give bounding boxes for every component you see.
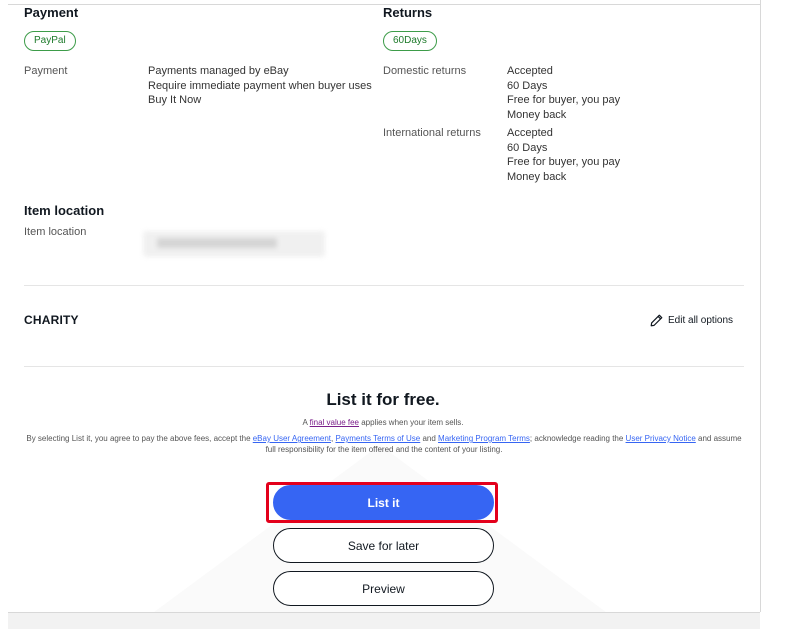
payments-terms-link[interactable]: Payments Terms of Use (335, 434, 420, 443)
right-border (760, 0, 761, 612)
section-divider (24, 366, 744, 367)
international-returns-label: International returns (383, 127, 481, 139)
domestic-line: Free for buyer, you pay (507, 94, 621, 106)
preview-button[interactable]: Preview (273, 571, 494, 606)
domestic-returns-label: Domestic returns (383, 65, 467, 77)
fee-note-text: applies when your item sells. (359, 418, 464, 427)
legal-text: ; acknowledge reading the (529, 434, 626, 443)
payment-details: Payments managed by eBay Require immedia… (148, 64, 372, 108)
list-it-button[interactable]: List it (273, 485, 494, 520)
international-returns-details: Accepted 60 Days Free for buyer, you pay… (507, 126, 620, 184)
listing-review-page: Payment PayPal Payment Payments managed … (0, 0, 800, 629)
payment-line: Buy It Now (148, 94, 202, 106)
60days-chip: 60Days (383, 31, 437, 51)
international-line: Accepted (507, 127, 553, 139)
save-for-later-button[interactable]: Save for later (273, 528, 494, 563)
domestic-returns-details: Accepted 60 Days Free for buyer, you pay… (507, 64, 620, 122)
pencil-icon (650, 314, 663, 326)
domestic-line: 60 Days (507, 79, 548, 92)
payment-heading: Payment (24, 5, 79, 20)
domestic-line: Money back (507, 108, 567, 121)
international-line: Money back (507, 170, 567, 183)
domestic-line: Accepted (507, 65, 553, 77)
fee-note-text: A (302, 418, 310, 427)
item-location-label: Item location (24, 226, 87, 238)
legal-agreement-text: By selecting List it, you agree to pay t… (24, 434, 744, 455)
returns-heading: Returns (383, 5, 433, 20)
section-divider (24, 285, 744, 286)
legal-text: and (420, 434, 439, 443)
edit-all-options-label: Edit all options (668, 314, 734, 326)
marketing-program-terms-link[interactable]: Marketing Program Terms (438, 434, 530, 443)
item-location-heading: Item location (24, 203, 105, 218)
legal-text: By selecting List it, you agree to pay t… (26, 434, 253, 443)
edit-all-options-link[interactable]: Edit all options (650, 313, 733, 327)
charity-title: CHARITY (24, 313, 79, 327)
list-for-free-headline: List it for free. (326, 390, 440, 409)
ebay-user-agreement-link[interactable]: eBay User Agreement (253, 434, 331, 443)
item-location-value-redacted (143, 231, 325, 257)
footer-band (8, 612, 760, 629)
fee-note: A final value fee applies when your item… (0, 418, 766, 427)
international-line: 60 Days (507, 141, 548, 154)
international-line: Free for buyer, you pay (507, 156, 621, 168)
final-value-fee-link[interactable]: final value fee (310, 418, 359, 427)
user-privacy-notice-link[interactable]: User Privacy Notice (626, 434, 696, 443)
paypal-chip: PayPal (24, 31, 76, 51)
payment-line: Require immediate payment when buyer use… (148, 79, 372, 92)
payment-line: Payments managed by eBay (148, 65, 289, 77)
payment-label: Payment (24, 65, 68, 77)
